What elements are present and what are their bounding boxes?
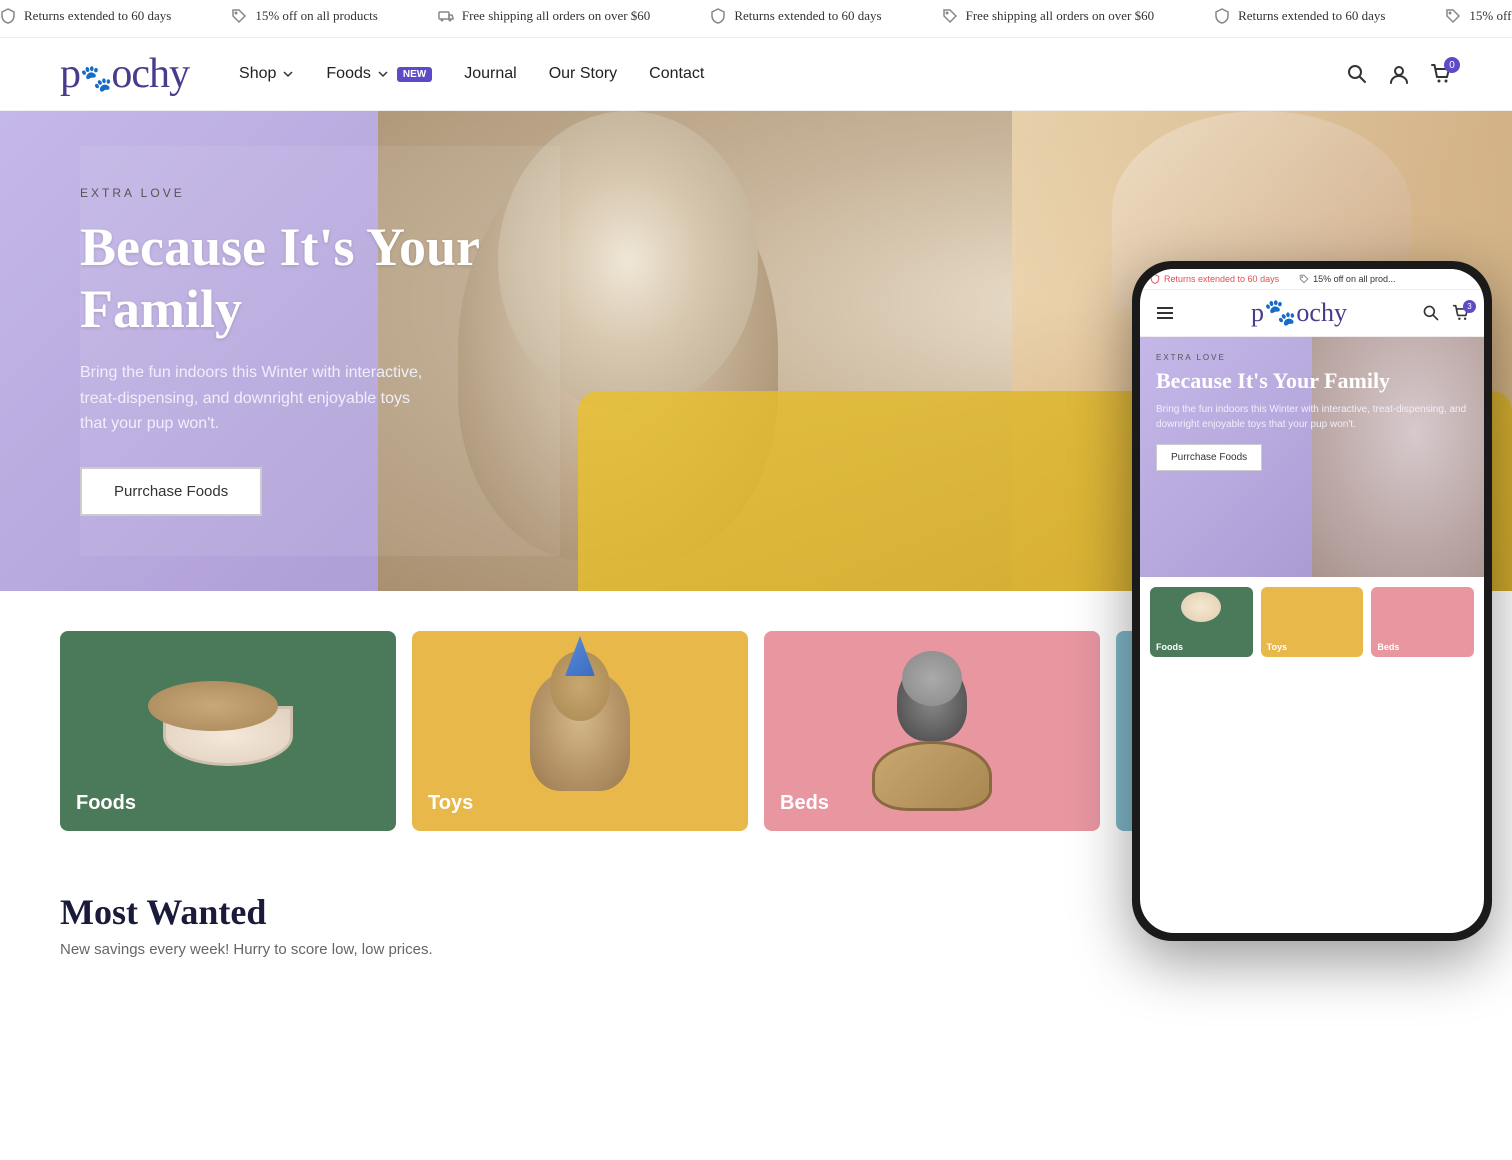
shield-icon	[0, 8, 16, 24]
hero-eyebrow: EXTRA LOVE	[80, 186, 520, 200]
shield-icon-small	[1150, 274, 1160, 284]
mobile-hero-section: EXTRA LOVE Because It's Your Family Brin…	[1140, 337, 1484, 577]
mobile-cart-count: 3	[1463, 300, 1476, 313]
hero-wrapper: EXTRA LOVE Because It's Your Family Brin…	[0, 111, 1512, 591]
mobile-header-icons: 3	[1422, 304, 1470, 322]
mobile-marquee-item: 15% off on all prod...	[1299, 274, 1395, 284]
mobile-cat-label: Foods	[1156, 642, 1183, 652]
truck-icon	[438, 8, 454, 24]
mobile-screen: Returns extended to 60 days 15% off on a…	[1140, 269, 1484, 933]
hero-title: Because It's Your Family	[80, 216, 520, 340]
mobile-marquee-item: Returns extended to 60 days	[1150, 274, 1279, 284]
cart-button[interactable]: 0	[1430, 63, 1452, 85]
marquee-item: 15% off on all products	[1445, 8, 1512, 24]
mobile-paw-icon: 🐾	[1264, 298, 1296, 327]
marquee-banner: Returns extended to 60 days 15% off on a…	[0, 0, 1512, 38]
cart-count: 0	[1444, 57, 1460, 73]
basket	[872, 741, 992, 811]
mobile-cat-label: Toys	[1267, 642, 1287, 652]
tag-icon-small	[1299, 274, 1309, 284]
mobile-logo: p🐾ochy	[1251, 298, 1347, 328]
most-wanted-subtitle: New savings every week! Hurry to score l…	[60, 941, 1452, 958]
marquee-item: Free shipping all orders on over $60	[438, 8, 650, 24]
category-toys[interactable]: Toys	[412, 631, 748, 831]
mobile-hero-content: EXTRA LOVE Because It's Your Family Brin…	[1140, 337, 1484, 487]
nav-our-story[interactable]: Our Story	[549, 65, 617, 83]
nav-journal[interactable]: Journal	[464, 65, 516, 83]
new-badge: NEW	[397, 67, 432, 82]
shield-icon	[1214, 8, 1230, 24]
mobile-cat-label: Beds	[1377, 642, 1399, 652]
cat-head-sim	[902, 651, 962, 706]
category-foods[interactable]: Foods	[60, 631, 396, 831]
marquee-item: 15% off on all products	[231, 8, 378, 24]
shield-icon	[710, 8, 726, 24]
site-logo[interactable]: p🐾ochy	[60, 50, 189, 98]
nav-shop[interactable]: Shop	[239, 65, 294, 83]
search-icon	[1346, 63, 1368, 85]
mobile-hero-eyebrow: EXTRA LOVE	[1156, 353, 1468, 362]
hero-cta-button[interactable]: Purrchase Foods	[80, 467, 262, 516]
search-button[interactable]	[1346, 63, 1368, 85]
mobile-categories: Foods Toys Beds	[1140, 577, 1484, 667]
marquee-item: Returns extended to 60 days	[1214, 8, 1385, 24]
marquee-track: Returns extended to 60 days 15% off on a…	[0, 8, 1512, 24]
mobile-cat-toys[interactable]: Toys	[1261, 587, 1364, 657]
paw-icon: 🐾	[80, 64, 111, 94]
mobile-mockup: Returns extended to 60 days 15% off on a…	[1132, 261, 1492, 941]
category-label: Toys	[428, 792, 473, 815]
tag-icon	[231, 8, 247, 24]
account-button[interactable]	[1388, 63, 1410, 85]
chevron-down-icon	[377, 68, 389, 80]
mobile-food-img	[1181, 592, 1221, 622]
mobile-hero-title: Because It's Your Family	[1156, 368, 1468, 394]
mobile-search-icon[interactable]	[1422, 304, 1440, 322]
mobile-menu-icon[interactable]	[1154, 302, 1176, 324]
mobile-hero-cta[interactable]: Purrchase Foods	[1156, 444, 1262, 471]
nav-foods[interactable]: Foods NEW	[326, 65, 432, 83]
user-icon	[1388, 63, 1410, 85]
marquee-item: Returns extended to 60 days	[710, 8, 881, 24]
main-nav: Shop Foods NEW Journal Our Story Contact	[239, 65, 1346, 83]
hero-description: Bring the fun indoors this Winter with i…	[80, 360, 440, 437]
chevron-down-icon	[282, 68, 294, 80]
marquee-item: Free shipping all orders on over $60	[942, 8, 1154, 24]
mobile-marquee: Returns extended to 60 days 15% off on a…	[1140, 269, 1484, 290]
category-label: Foods	[76, 792, 136, 815]
tag-icon	[1445, 8, 1461, 24]
tag-icon	[942, 8, 958, 24]
mobile-cart-button[interactable]: 3	[1452, 304, 1470, 322]
site-header: p🐾ochy Shop Foods NEW Journal Our Story …	[0, 38, 1512, 111]
food-kibble	[148, 681, 278, 731]
mobile-cat-foods[interactable]: Foods	[1150, 587, 1253, 657]
header-icons: 0	[1346, 63, 1452, 85]
mobile-cat-beds[interactable]: Beds	[1371, 587, 1474, 657]
nav-contact[interactable]: Contact	[649, 65, 704, 83]
mobile-header: p🐾ochy 3	[1140, 290, 1484, 337]
category-label: Beds	[780, 792, 829, 815]
mobile-hero-description: Bring the fun indoors this Winter with i…	[1156, 402, 1468, 432]
category-beds[interactable]: Beds	[764, 631, 1100, 831]
marquee-item: Returns extended to 60 days	[0, 8, 171, 24]
hero-content: EXTRA LOVE Because It's Your Family Brin…	[80, 146, 560, 556]
